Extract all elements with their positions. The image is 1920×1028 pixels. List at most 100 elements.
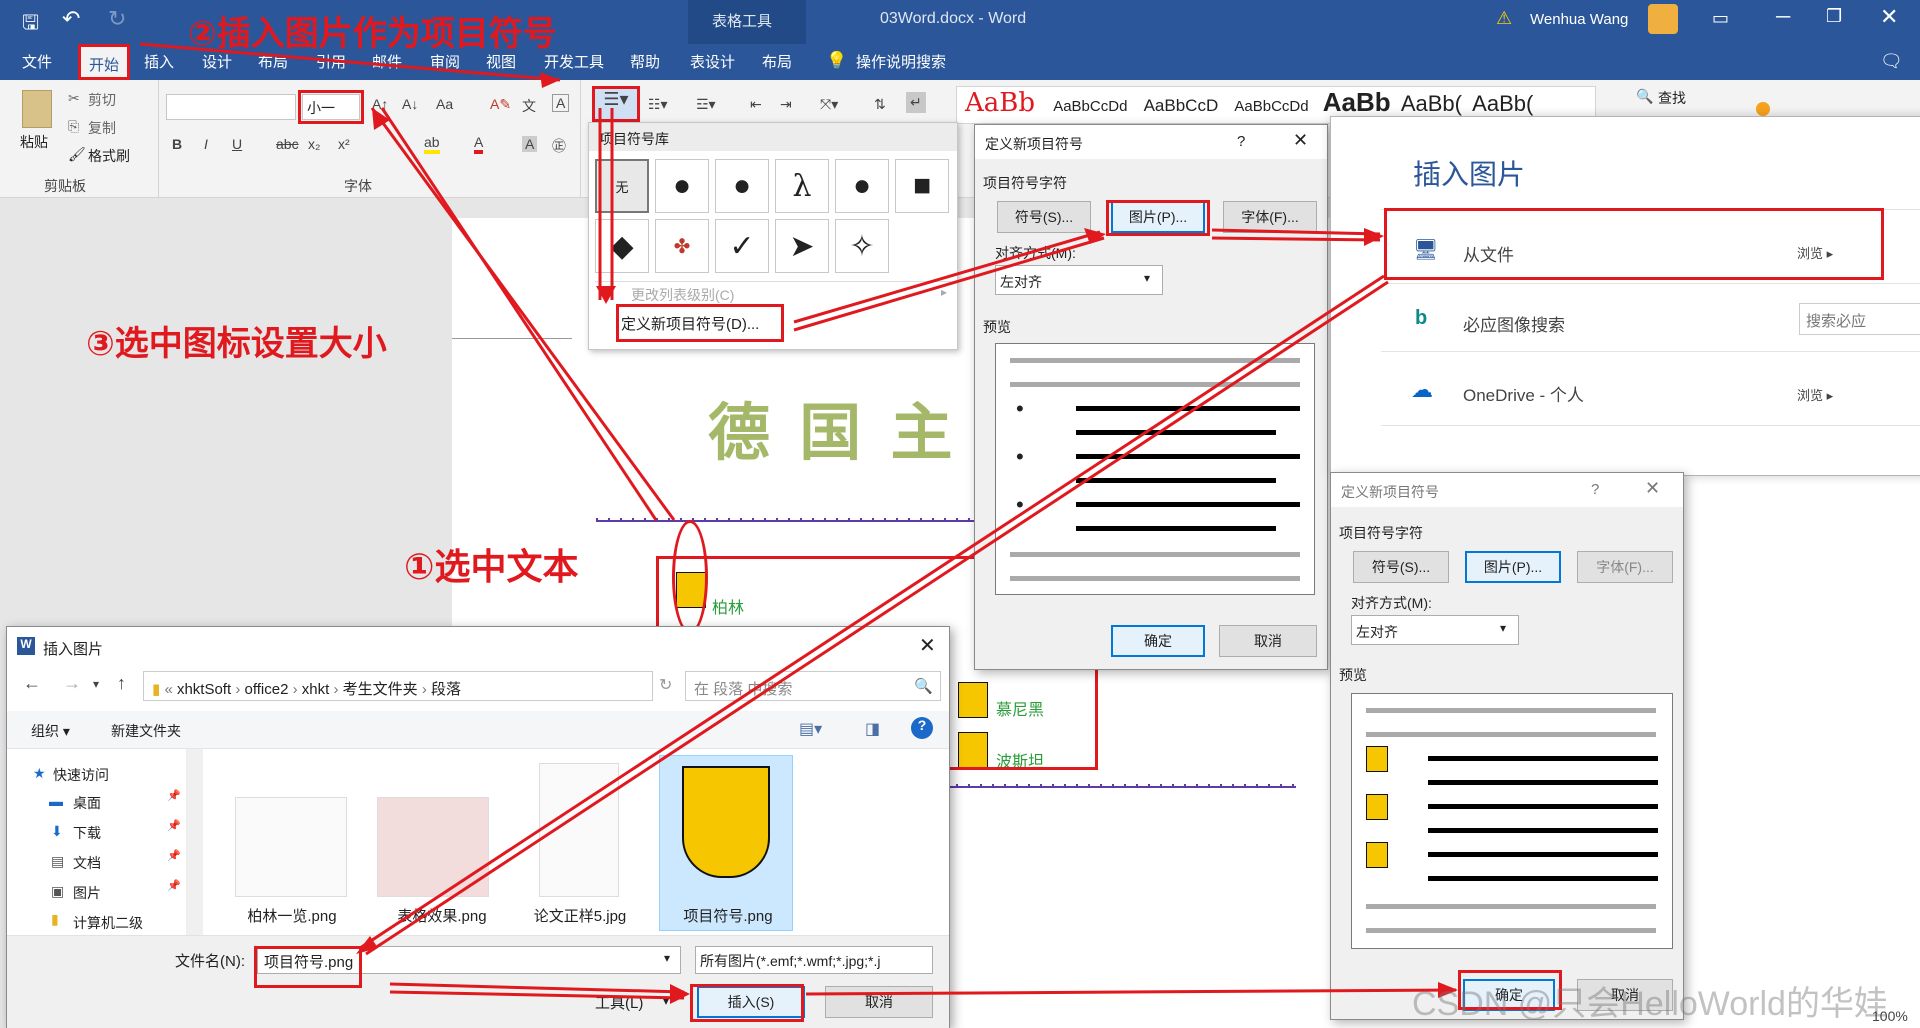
redo-icon[interactable]: ↻ [108,6,126,32]
file-name[interactable]: 项目符号.png [653,905,803,926]
clear-format-icon[interactable]: A✎ [490,96,511,113]
file-name[interactable]: 表格效果.png [367,905,517,926]
tab-table-layout[interactable]: 布局 [762,51,792,72]
tab-insert[interactable]: 插入 [144,51,174,72]
char-border-icon[interactable]: A [552,94,570,112]
new-folder-button[interactable]: 新建文件夹 [111,721,181,741]
sort-icon[interactable]: ⇅ [874,96,886,113]
style-item[interactable]: AaBbCcDd [1234,98,1308,115]
refresh-icon[interactable]: ↻ [659,675,672,695]
nav-desktop[interactable]: 桌面 [73,793,101,813]
copy-button[interactable]: 复制 [88,118,116,138]
paste-icon[interactable] [22,90,52,128]
cancel-button[interactable]: 取消 [1219,625,1317,657]
style-item[interactable]: AaBbCcD [1144,96,1219,115]
style-item[interactable]: AaBb( [1472,91,1533,116]
bullet-option[interactable]: ■ [895,159,949,213]
tab-help[interactable]: 帮助 [630,51,660,72]
shrink-font-icon[interactable]: A↓ [402,96,418,112]
tools-button[interactable]: 工具(L) [595,992,643,1013]
font-color-icon[interactable]: A [474,134,484,154]
show-marks-icon[interactable]: ↵ [906,92,926,113]
bullet-option[interactable]: ● [835,159,889,213]
grow-font-icon[interactable]: A↑ [372,96,388,112]
breadcrumb-segment[interactable]: xhkt [302,681,330,698]
nav-scrollbar[interactable] [187,749,203,935]
minimize-icon[interactable]: ─ [1776,6,1790,29]
font-button[interactable]: 字体(F)... [1577,551,1673,583]
tab-home[interactable]: 开始 [78,44,131,80]
tell-me-search[interactable]: 操作说明搜索 [856,51,946,72]
symbol-button[interactable]: 符号(S)... [1353,551,1449,583]
style-item[interactable]: AaBbCcDd [1053,98,1127,115]
recent-dropdown-icon[interactable]: ▾ [93,677,99,691]
multilevel-list-icon[interactable]: ☲▾ [696,96,716,113]
alignment-select[interactable]: 左对齐 ▾ [995,265,1163,295]
bing-search-input[interactable]: 搜索必应 [1799,303,1920,335]
paste-button[interactable]: 粘贴 [20,132,48,152]
help-icon[interactable]: ? [1591,481,1599,498]
warning-icon[interactable]: ⚠ [1496,8,1512,29]
file-name[interactable]: 论文正样5.jpg [505,905,655,926]
organize-button[interactable]: 组织 ▾ [31,721,70,741]
file-thumbnail[interactable] [539,763,619,897]
filetype-select[interactable]: 所有图片(*.emf;*.wmf;*.jpg;*.j [695,946,933,974]
char-shading-icon[interactable]: A [522,136,538,152]
highlight-icon[interactable]: ab [424,134,440,154]
style-item[interactable]: AaBb [965,88,1035,118]
style-item[interactable]: AaBb( [1401,91,1462,116]
onedrive-label[interactable]: OneDrive - 个人 [1463,381,1584,406]
close-icon[interactable]: ✕ [1645,478,1660,499]
bullet-option[interactable]: ✤ [655,219,709,273]
file-thumbnail[interactable] [235,797,347,897]
view-options-icon[interactable]: ▤▾ [799,719,822,739]
format-painter-button[interactable]: 格式刷 [88,146,130,166]
nav-quick-access[interactable]: 快速访问 [53,765,109,785]
tab-table-design[interactable]: 表设计 [690,51,735,72]
nav-documents[interactable]: 文档 [73,853,101,873]
file-thumbnail[interactable] [377,797,489,897]
ok-button[interactable]: 确定 [1111,625,1205,657]
breadcrumb-segment[interactable]: 段落 [431,681,461,698]
cut-button[interactable]: 剪切 [88,90,116,110]
zoom-level[interactable]: 100% [1872,1008,1908,1024]
close-icon[interactable]: ✕ [1880,4,1898,30]
numbering-icon[interactable]: ☷▾ [648,96,668,113]
breadcrumb-segment[interactable]: office2 [245,681,289,698]
bullets-button[interactable]: ☰▾ [592,86,640,122]
undo-icon[interactable]: ↶ [62,6,80,32]
find-button[interactable]: 查找 [1658,88,1686,108]
help-icon[interactable]: ? [1237,133,1245,150]
ribbon-display-icon[interactable]: ▭ [1712,8,1729,29]
bing-search-label[interactable]: 必应图像搜索 [1463,311,1565,336]
increase-indent-icon[interactable]: ⇥ [780,96,792,113]
nav-pictures[interactable]: 图片 [73,883,101,903]
browse-link[interactable]: 浏览 ▸ [1797,385,1833,404]
bullet-option[interactable]: ◆ [595,219,649,273]
italic-icon[interactable]: I [204,136,208,152]
bullet-option[interactable]: ● [715,159,769,213]
subscript-icon[interactable]: x₂ [308,136,320,152]
asian-layout-icon[interactable]: ⤧▾ [820,96,838,113]
bullet-option[interactable]: ✧ [835,219,889,273]
help-icon[interactable]: ? [911,717,933,739]
bullet-option[interactable]: ✓ [715,219,769,273]
address-bar[interactable]: ▮ « xhktSoft › office2 › xhkt › 考生文件夹 › … [143,671,653,701]
tab-file[interactable]: 文件 [22,51,52,72]
phonetic-icon[interactable]: 文 [522,96,536,116]
user-name[interactable]: Wenhua Wang [1530,11,1628,28]
font-name-input[interactable] [166,94,296,120]
decrease-indent-icon[interactable]: ⇤ [750,96,762,113]
font-button[interactable]: 字体(F)... [1223,201,1317,233]
up-icon[interactable]: ↑ [117,673,126,694]
picture-button[interactable]: 图片(P)... [1465,551,1561,583]
nav-folder[interactable]: 计算机二级 [73,913,143,933]
bullet-option[interactable]: ➤ [775,219,829,273]
symbol-button[interactable]: 符号(S)... [997,201,1091,233]
avatar[interactable] [1648,4,1678,34]
nav-downloads[interactable]: 下载 [73,823,101,843]
dictate-icon[interactable] [1756,102,1770,116]
forward-icon[interactable]: → [63,673,81,694]
breadcrumb-segment[interactable]: 考生文件夹 [343,681,418,698]
restore-icon[interactable]: ❐ [1826,6,1842,27]
